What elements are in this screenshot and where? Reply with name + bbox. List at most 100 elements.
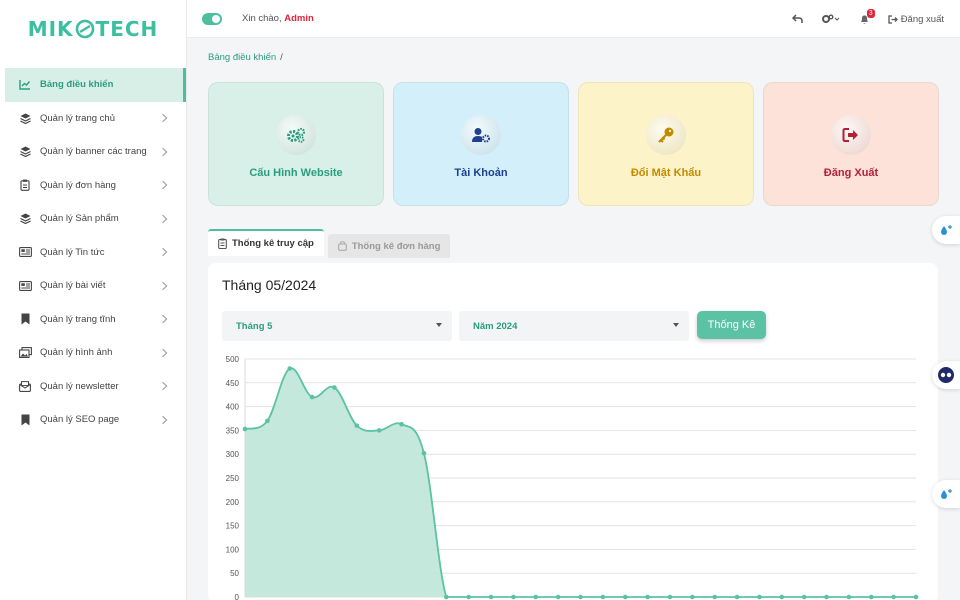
y-tick-label: 0 xyxy=(235,593,240,600)
data-point xyxy=(332,385,337,390)
clipboard-icon xyxy=(218,238,227,249)
data-point xyxy=(891,594,896,600)
data-point xyxy=(757,594,762,600)
chevron-right-icon xyxy=(158,315,168,324)
y-tick-label: 150 xyxy=(226,522,240,531)
sidebar-item-4[interactable]: Quản lý Sản phẩm xyxy=(0,202,186,236)
greeting: Xin chào, Admin xyxy=(242,13,314,24)
brand-name-right: TECH xyxy=(95,17,159,41)
card-title: Đăng Xuất xyxy=(823,167,879,179)
sidebar-item-label: Quản lý banner các trang xyxy=(40,146,147,158)
shopping-bag-icon xyxy=(337,241,347,251)
bookmark-icon xyxy=(18,413,32,427)
sidebar-item-10[interactable]: Quản lý SEO page xyxy=(0,403,186,437)
logout-link[interactable]: Đăng xuất xyxy=(888,14,944,25)
sidebar-item-3[interactable]: Quản lý đơn hàng xyxy=(0,169,186,203)
brand-name-left: MIK xyxy=(27,17,74,41)
data-point xyxy=(645,594,650,600)
tab-visit-stats[interactable]: Thống kê truy cập xyxy=(208,229,324,256)
chevron-right-icon xyxy=(158,147,168,156)
chevron-right-icon xyxy=(158,415,168,424)
data-point xyxy=(265,418,270,424)
cogs-icon xyxy=(276,115,316,155)
tab-order-stats[interactable]: Thống kê đơn hàng xyxy=(327,234,451,258)
data-point xyxy=(466,594,471,600)
data-point xyxy=(622,594,628,600)
card-title: Tài Khoản xyxy=(454,167,508,179)
data-point xyxy=(533,594,539,600)
data-point xyxy=(444,594,449,600)
layers-icon xyxy=(18,145,32,159)
sidebar-item-label: Quản lý trang chủ xyxy=(40,112,115,124)
data-point xyxy=(511,594,516,600)
sidebar-item-0[interactable]: Bảng điều khiển xyxy=(5,68,186,102)
sidebar-item-label: Quản lý bài viết xyxy=(40,280,106,292)
card-title: Đổi Mật Khẩu xyxy=(630,167,702,179)
sidebar-item-label: Quản lý Tin tức xyxy=(40,246,105,258)
clipboard-icon xyxy=(18,178,32,192)
sidebar-item-8[interactable]: Quản lý hình ảnh xyxy=(0,336,186,370)
visit-stats-panel: Tháng 05/2024 Tháng 5 Năm 2024 Thống Kê … xyxy=(208,263,938,600)
user-cog-icon xyxy=(461,115,501,155)
sidebar-item-7[interactable]: Quản lý trang tĩnh xyxy=(0,303,186,337)
back-icon[interactable] xyxy=(791,14,803,24)
card-site-config[interactable]: Cấu Hình Website xyxy=(208,82,384,206)
data-point xyxy=(846,594,852,600)
card-logout[interactable]: Đăng Xuất xyxy=(763,82,939,206)
chevron-right-icon xyxy=(158,348,168,357)
sidebar-item-5[interactable]: Quản lý Tin tức xyxy=(0,236,186,270)
topbar: Xin chào, Admin 3 Đăng xuất xyxy=(187,0,960,38)
data-point xyxy=(555,594,561,600)
chevron-right-icon xyxy=(158,114,168,123)
sign-out-small-icon xyxy=(888,14,898,24)
greeting-user: Admin xyxy=(284,13,314,24)
breadcrumb-current[interactable]: Bảng điều khiển xyxy=(208,52,276,63)
data-point xyxy=(287,366,293,371)
data-point xyxy=(913,594,919,600)
y-tick-label: 250 xyxy=(226,474,240,483)
sidebar-item-label: Quản lý newsletter xyxy=(40,380,119,392)
images-icon xyxy=(18,346,32,360)
data-point xyxy=(354,423,360,428)
droplet-widget-icon[interactable] xyxy=(932,216,960,244)
chatbot-widget-icon[interactable] xyxy=(932,361,960,389)
tab-label: Thống kê truy cập xyxy=(232,238,314,249)
y-tick-label: 450 xyxy=(226,379,240,388)
bookmark-icon xyxy=(18,312,32,326)
chevron-right-icon xyxy=(158,248,168,257)
key-icon xyxy=(646,115,686,155)
sidebar-item-label: Quản lý đơn hàng xyxy=(40,179,116,191)
y-tick-label: 50 xyxy=(230,569,239,578)
data-point xyxy=(488,594,494,600)
sign-out-icon xyxy=(831,115,871,155)
notification-bell-icon[interactable]: 3 xyxy=(859,8,875,25)
data-point xyxy=(801,594,807,600)
data-point xyxy=(600,594,606,600)
droplet-widget-icon[interactable] xyxy=(932,480,960,508)
sidebar-item-label: Quản lý Sản phẩm xyxy=(40,213,119,225)
data-point xyxy=(824,594,829,600)
data-point xyxy=(399,421,404,427)
chevron-right-icon xyxy=(158,181,168,190)
card-account[interactable]: Tài Khoản xyxy=(393,82,569,206)
logo-mark-icon xyxy=(75,19,94,39)
sidebar-item-label: Quản lý hình ảnh xyxy=(40,347,113,359)
data-point xyxy=(690,594,695,600)
data-point xyxy=(779,594,785,600)
data-point xyxy=(712,594,717,600)
sidebar-item-1[interactable]: Quản lý trang chủ xyxy=(0,102,186,136)
y-tick-label: 100 xyxy=(226,545,240,554)
sidebar-item-9[interactable]: Quản lý newsletter xyxy=(0,370,186,404)
sidebar: MIK TECH Bảng điều khiển Quản lý trang ch… xyxy=(0,0,187,600)
sidebar-item-2[interactable]: Quản lý banner các trang xyxy=(0,135,186,169)
settings-dropdown-icon[interactable] xyxy=(821,14,841,24)
sidebar-item-6[interactable]: Quản lý bài viết xyxy=(0,269,186,303)
sidebar-item-label: Quản lý trang tĩnh xyxy=(40,313,116,325)
data-point xyxy=(734,594,740,600)
y-tick-label: 350 xyxy=(226,426,240,435)
y-tick-label: 200 xyxy=(226,498,240,507)
card-change-password[interactable]: Đổi Mật Khẩu xyxy=(578,82,754,206)
brand-logo[interactable]: MIK TECH xyxy=(0,0,186,58)
data-point xyxy=(868,594,874,600)
sidebar-toggle[interactable] xyxy=(202,12,222,25)
